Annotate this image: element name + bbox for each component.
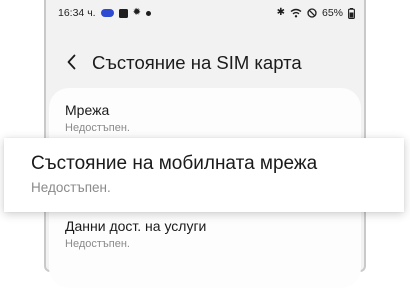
network-row[interactable]: Мрежа Недостъпен. xyxy=(65,102,345,134)
service-data-row[interactable]: Данни дост. на услуги Недостъпен. xyxy=(65,218,345,250)
status-bar: 16:34 ч. ✹ ✱ 65% xyxy=(46,6,364,22)
service-data-status: Недостъпен. xyxy=(65,238,130,250)
phone-frame: 16:34 ч. ✹ ✱ 65% Състояние на SIM карта … xyxy=(44,0,366,288)
back-button[interactable] xyxy=(62,52,82,72)
wifi-icon xyxy=(290,8,302,18)
chevron-left-icon xyxy=(67,54,76,70)
more-notifications-dot-icon xyxy=(145,10,151,16)
network-status: Недостъпен. xyxy=(65,122,130,134)
mobile-network-state-status: Недостъпен. xyxy=(31,180,111,195)
network-title: Мрежа xyxy=(65,102,110,118)
service-data-title: Данни дост. на услуги xyxy=(65,218,207,234)
app-header: Състояние на SIM карта xyxy=(46,46,364,78)
mobile-network-state-title: Състояние на мобилната мрежа xyxy=(31,153,318,174)
status-bar-right: ✱ 65% xyxy=(277,6,355,20)
bluetooth-icon: ✱ xyxy=(276,7,285,18)
status-bar-left: 16:34 ч. ✹ xyxy=(58,6,151,20)
battery-percent: 65% xyxy=(321,7,343,19)
battery-icon xyxy=(348,7,355,19)
mobile-network-state-row[interactable]: Състояние на мобилната мрежа Недостъпен. xyxy=(4,138,404,212)
gallery-icon xyxy=(118,8,128,18)
gear-icon: ✹ xyxy=(132,7,141,18)
do-not-disturb-icon xyxy=(307,8,317,18)
status-time: 16:34 ч. xyxy=(58,7,96,19)
notification-app-icon xyxy=(100,9,114,17)
page-title: Състояние на SIM карта xyxy=(92,52,302,73)
